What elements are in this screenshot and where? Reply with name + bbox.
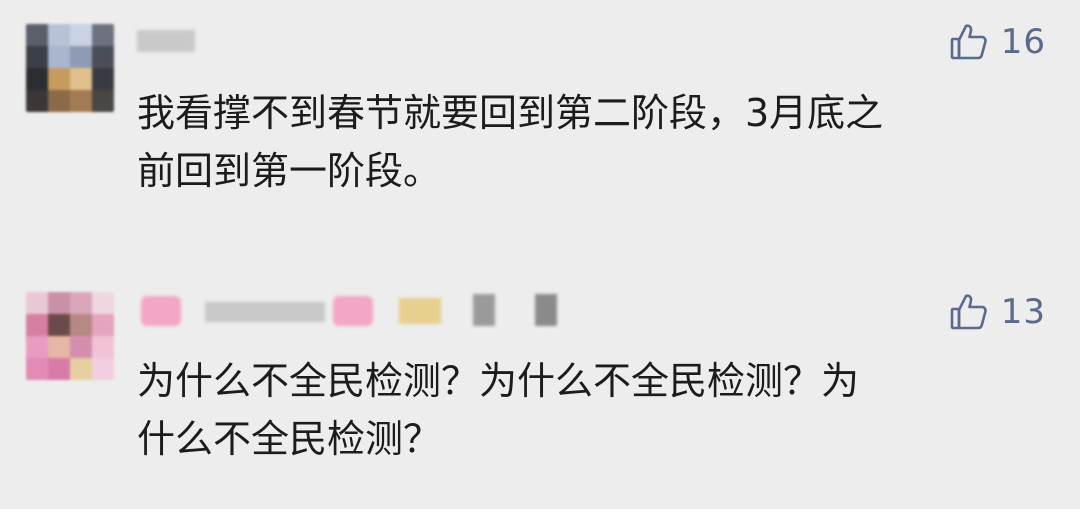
- username-redacted[interactable]: [137, 20, 197, 56]
- like-count: 16: [1000, 22, 1046, 62]
- comment-item: 16 我看撑不到春节就要回到第二阶段，3月底之 前回到第一阶段。: [0, 0, 1080, 250]
- like-count: 13: [1000, 292, 1046, 332]
- like-button[interactable]: 16: [949, 22, 1046, 62]
- thumbs-up-icon: [949, 22, 989, 62]
- comment-text-line: 我看撑不到春节就要回到第二阶段，3月底之: [137, 91, 884, 135]
- like-button[interactable]: 13: [949, 292, 1046, 332]
- comment-item: 13 为什么不全民检测？为什么不全民检测？为 什么不全民检测？: [0, 270, 1080, 509]
- username-redacted[interactable]: [137, 290, 577, 326]
- comment-text-line: 什么不全民检测？: [137, 417, 442, 461]
- comment-text-line: 为什么不全民检测？为什么不全民检测？为: [137, 359, 860, 403]
- thumbs-up-icon: [949, 292, 989, 332]
- comment-text: 为什么不全民检测？为什么不全民检测？为 什么不全民检测？: [137, 352, 1047, 468]
- avatar[interactable]: [26, 24, 114, 112]
- comment-text-line: 前回到第一阶段。: [137, 149, 442, 193]
- comment-text: 我看撑不到春节就要回到第二阶段，3月底之 前回到第一阶段。: [137, 84, 1047, 200]
- avatar[interactable]: [26, 292, 114, 380]
